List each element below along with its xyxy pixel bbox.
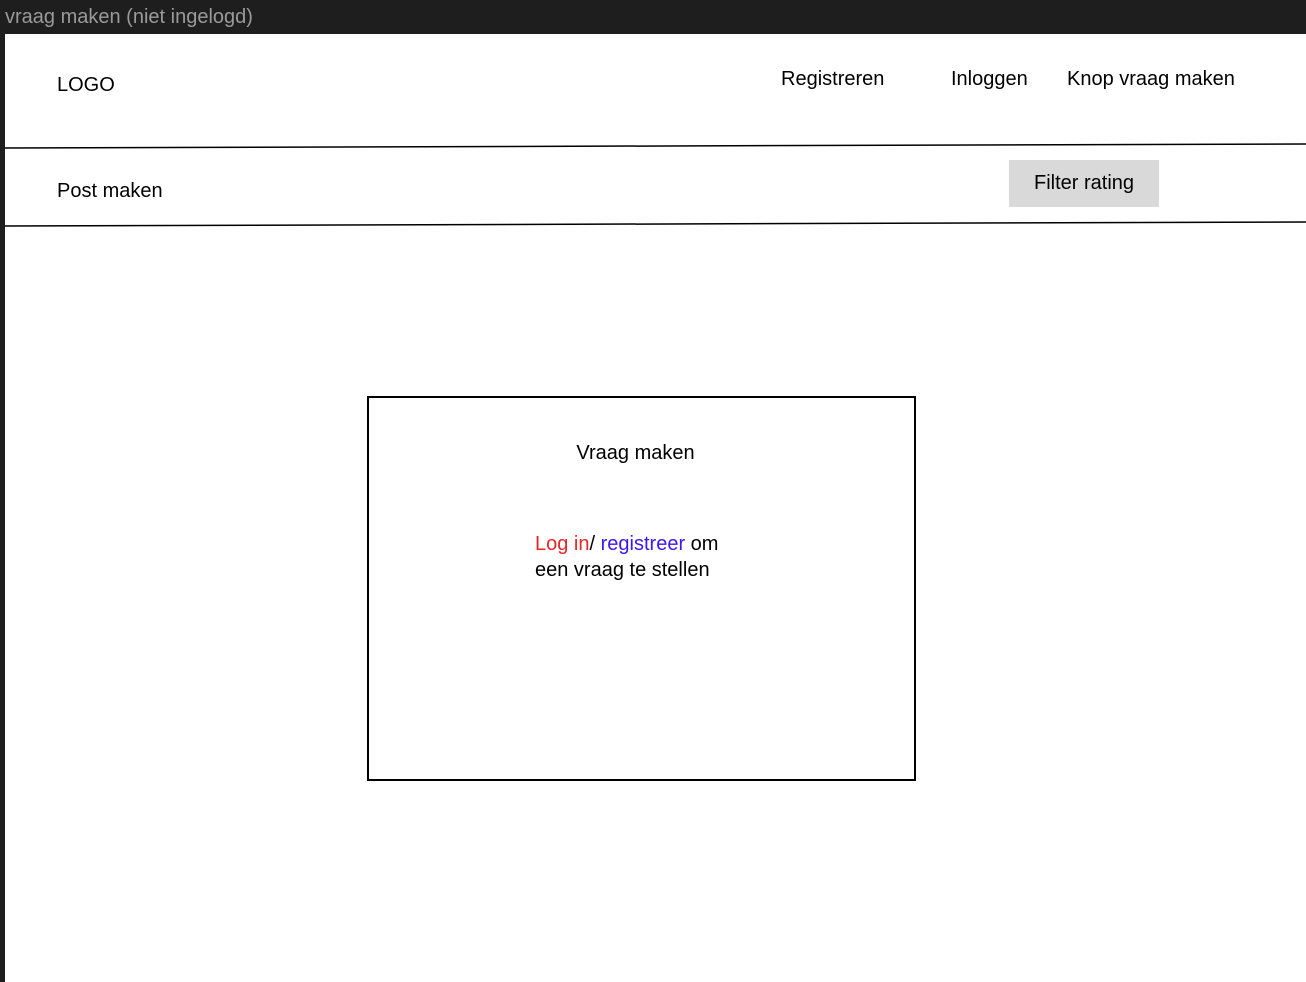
logo[interactable]: LOGO bbox=[57, 74, 115, 97]
register-link-inline[interactable]: registreer bbox=[601, 533, 685, 555]
login-required-message: Log in/ registreer om een vraag te stelle… bbox=[535, 531, 795, 583]
frame-title: vraag maken (niet ingelogd) bbox=[5, 6, 253, 28]
create-post-link[interactable]: Post maken bbox=[57, 180, 163, 203]
message-text-2: een vraag te stellen bbox=[535, 559, 710, 581]
ask-question-dialog: Vraag maken Log in/ registreer om een vra… bbox=[367, 396, 916, 781]
ask-question-button[interactable]: Knop vraag maken bbox=[1067, 68, 1235, 91]
login-link-inline[interactable]: Log in bbox=[535, 533, 590, 555]
header-divider-top bbox=[5, 143, 1306, 149]
login-link[interactable]: Inloggen bbox=[951, 68, 1028, 91]
filter-rating-button[interactable]: Filter rating bbox=[1009, 160, 1159, 207]
dialog-title: Vraag maken bbox=[576, 442, 695, 464]
header-divider-bottom bbox=[5, 221, 1306, 227]
message-text: om bbox=[685, 533, 719, 555]
register-link[interactable]: Registreren bbox=[781, 68, 884, 91]
separator: / bbox=[589, 533, 601, 555]
wireframe-page: LOGO Registreren Inloggen Knop vraag mak… bbox=[5, 34, 1306, 982]
